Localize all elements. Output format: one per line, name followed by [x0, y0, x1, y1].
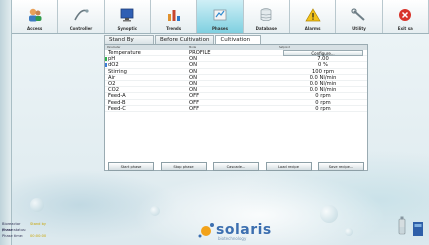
ph-status-marker: [105, 57, 107, 62]
toolbar-label: Database: [255, 26, 277, 31]
alarm-icon: [302, 6, 324, 24]
bioreactor-icon[interactable]: [396, 216, 408, 238]
exit-icon: [394, 6, 416, 24]
parameter-mode: OFF: [189, 99, 200, 106]
parameter-mode: PROFILE: [189, 50, 211, 56]
header-parameter: Parameter: [107, 46, 121, 49]
toolbar-label: Alarms: [304, 26, 321, 31]
decor-bubble: [150, 206, 160, 216]
parameter-setpoint: 0.0 Nl/min: [309, 87, 337, 94]
parameter-setpoint: 0 %: [318, 62, 328, 69]
toolbar-trends-button[interactable]: Trends: [150, 0, 198, 33]
header-mode: Mode: [189, 46, 197, 49]
toolbar-utility-button[interactable]: Utility: [336, 0, 383, 33]
toolbar-database-button[interactable]: Database: [243, 0, 290, 33]
toolbar-label: Access: [27, 26, 43, 31]
users-icon: [24, 6, 46, 24]
parameter-name: Feed-B: [108, 99, 126, 106]
parameter-name: pH: [108, 56, 116, 63]
tab-cultivation[interactable]: Cultivation: [215, 35, 262, 44]
save-recipe-button[interactable]: Save recipe...: [318, 162, 364, 171]
trends-icon: [163, 6, 185, 24]
toolbar-exit-button[interactable]: Exit sa: [382, 0, 429, 33]
parameter-mode: ON: [189, 87, 197, 94]
toolbar-label: Synoptic: [117, 26, 138, 31]
parameter-setpoint: 0.0 Nl/min: [309, 80, 337, 87]
parameter-setpoint: 0 rpm: [315, 99, 331, 106]
toolbar-label: Utility: [352, 26, 366, 31]
toolbar-synoptic-button[interactable]: Synoptic: [104, 0, 151, 33]
cascade-button[interactable]: Cascade...: [213, 162, 259, 171]
panel-icon[interactable]: [412, 216, 424, 238]
parameter-setpoint: 0 rpm: [315, 93, 331, 100]
status-value: 00:00:00: [30, 234, 47, 238]
phases-icon: [209, 6, 231, 24]
status-line: Phase time: 00:00:00: [0, 233, 90, 239]
parameter-mode: ON: [189, 68, 197, 75]
phase-actions: Start phase Stop phase Cascade... Load r…: [104, 162, 368, 172]
toolbar-label: Exit sa: [397, 26, 413, 31]
parameter-name: Feed-A: [108, 93, 126, 100]
tab-before-cultivation[interactable]: Before Cultivation: [155, 35, 215, 44]
table-row[interactable]: Feed-C OFF 0 rpm: [105, 106, 367, 112]
main-toolbar: Access Controller Synoptic Trends Phases…: [12, 0, 429, 34]
utility-icon: [348, 6, 370, 24]
status-key: Phase time:: [2, 234, 24, 238]
toolbar-controller-button[interactable]: Controller: [58, 0, 105, 33]
parameter-mode: OFF: [189, 93, 200, 100]
header-setpoint: Setpoint: [279, 46, 290, 49]
configure-button[interactable]: Configure...: [283, 50, 363, 56]
phase-tabs: Stand By Before Cultivation Cultivation: [104, 35, 262, 44]
toolbar-alarms-button[interactable]: Alarms: [289, 0, 337, 33]
logo-mark-icon: [198, 223, 214, 238]
parameter-name: Temperature: [108, 50, 141, 56]
parameter-name: dO2: [108, 62, 119, 69]
setpoint-cell: Configure...: [277, 50, 367, 56]
parameter-setpoint: 7.00: [317, 56, 329, 63]
decor-bubble: [345, 228, 353, 236]
parameter-name: Feed-C: [108, 105, 126, 112]
toolbar-label: Phases: [212, 26, 228, 31]
toolbar-label: Trends: [166, 26, 182, 31]
parameter-setpoint: 0 rpm: [315, 105, 331, 112]
parameter-mode: ON: [189, 74, 197, 81]
parameter-mode: ON: [189, 62, 197, 69]
start-phase-button[interactable]: Start phase: [108, 162, 154, 171]
parameter-setpoint: 100 rpm: [311, 68, 335, 75]
phase-parameters-panel: Parameter Mode Setpoint Temperature PROF…: [104, 44, 368, 171]
parameter-name: O2: [108, 80, 116, 87]
phase-status-info: Bioreactor phase: Stand by Phase status:…: [0, 221, 90, 239]
parameter-setpoint: 0.0 Nl/min: [309, 74, 337, 81]
tab-stand-by[interactable]: Stand By: [104, 35, 154, 44]
parameter-name: Air: [108, 74, 116, 81]
load-recipe-button[interactable]: Load recipe: [265, 162, 312, 171]
toolbar-phases-button[interactable]: Phases: [197, 0, 244, 33]
synoptic-icon: [116, 6, 138, 24]
decor-bubble: [30, 198, 44, 212]
logo-subtitle: biotechnology: [218, 236, 247, 241]
parameter-mode: ON: [189, 80, 197, 87]
do2-status-marker: [105, 63, 107, 68]
toolbar-access-button[interactable]: Access: [12, 0, 59, 33]
solaris-logo: solaris biotechnology: [196, 221, 272, 241]
controller-icon: [70, 6, 92, 24]
parameter-name: Stirring: [108, 68, 127, 75]
parameter-mode: OFF: [189, 105, 200, 112]
left-strip: [0, 0, 12, 245]
database-icon: [255, 6, 277, 24]
toolbar-label: Controller: [69, 26, 93, 31]
decor-bubble: [320, 205, 338, 223]
stop-phase-button[interactable]: Stop phase: [160, 162, 207, 171]
status-value: Stand by: [30, 222, 47, 226]
right-status-icons: [396, 216, 424, 238]
parameter-name: CO2: [108, 87, 120, 94]
parameter-mode: ON: [189, 56, 197, 63]
